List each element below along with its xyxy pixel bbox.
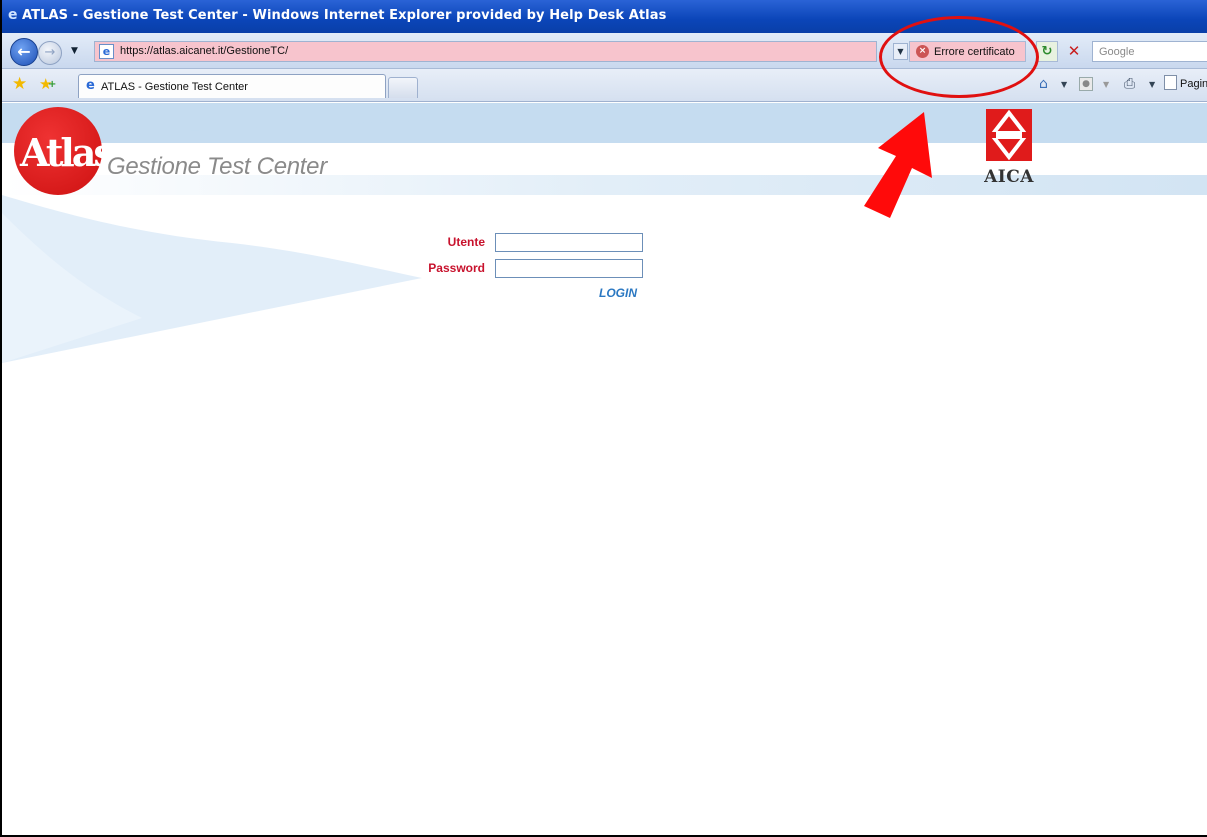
login-button[interactable]: LOGIN: [599, 286, 637, 300]
page-icon: e: [99, 44, 114, 59]
back-button[interactable]: ←: [10, 38, 38, 66]
user-label: Utente: [447, 235, 485, 249]
window-title: ATLAS - Gestione Test Center - Windows I…: [22, 8, 667, 23]
aica-diamond-icon: [986, 109, 1032, 161]
stop-button[interactable]: ✕: [1063, 41, 1085, 62]
page-menu[interactable]: Pagin: [1164, 75, 1207, 90]
new-tab-button[interactable]: [388, 77, 418, 98]
atlas-logo-text: Atlas: [20, 130, 115, 175]
print-icon[interactable]: ⎙: [1124, 76, 1135, 92]
home-icon[interactable]: ⌂: [1039, 76, 1055, 92]
home-dropdown-icon[interactable]: ▼: [1061, 80, 1067, 89]
user-field[interactable]: [495, 233, 643, 252]
search-placeholder: Google: [1099, 46, 1135, 58]
ie-logo-icon: e: [8, 7, 18, 23]
aica-logo: AICA: [980, 109, 1038, 189]
favorites-star-icon[interactable]: ★: [12, 76, 27, 93]
tab-label: ATLAS - Gestione Test Center: [101, 81, 248, 93]
tab-atlas[interactable]: e ATLAS - Gestione Test Center: [78, 74, 386, 98]
password-field[interactable]: [495, 259, 643, 278]
browser-window: e ATLAS - Gestione Test Center - Windows…: [0, 0, 1207, 837]
aica-logo-mark: [986, 109, 1032, 161]
address-field[interactable]: e https://atlas.aicanet.it/GestioneTC/: [94, 41, 877, 62]
search-input[interactable]: Google: [1092, 41, 1207, 62]
password-label: Password: [428, 261, 485, 275]
feeds-icon[interactable]: ●: [1079, 77, 1093, 91]
page-content: Atlas Gestione Test Center AICA Utente P…: [2, 103, 1207, 835]
page-menu-icon: [1164, 75, 1177, 90]
page-menu-label: Pagin: [1180, 78, 1207, 90]
tab-ie-icon: e: [86, 78, 95, 93]
aica-label: AICA: [984, 167, 1034, 187]
forward-button[interactable]: →: [38, 41, 62, 65]
add-favorite-icon[interactable]: ★ +: [39, 76, 56, 93]
feeds-dropdown-icon[interactable]: ▼: [1103, 80, 1109, 89]
recent-pages-dropdown-icon[interactable]: ▼: [71, 46, 78, 56]
address-url: https://atlas.aicanet.it/GestioneTC/: [120, 45, 289, 57]
title-bar: e ATLAS - Gestione Test Center - Windows…: [2, 0, 1207, 33]
refresh-button[interactable]: ↻: [1036, 41, 1058, 62]
app-title: Gestione Test Center: [107, 153, 327, 180]
highlight-ellipse: [879, 16, 1039, 98]
print-dropdown-icon[interactable]: ▼: [1149, 80, 1155, 89]
